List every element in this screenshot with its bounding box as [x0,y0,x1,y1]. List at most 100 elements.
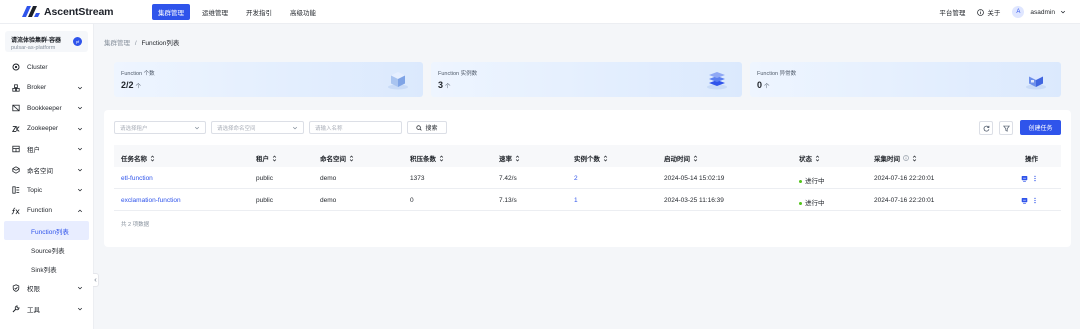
sidebar-item-topic[interactable]: Topic [0,180,93,201]
column-header-rate[interactable]: 速率 [499,153,520,163]
bookkeeper-icon [11,104,20,113]
column-header-start-time[interactable]: 启动时间 [664,153,698,163]
stack-illustration-icon [707,72,727,90]
filter-button[interactable] [999,121,1013,135]
info-icon [977,8,985,16]
zookeeper-icon [11,124,20,133]
cluster-name: 请流体验集群-容器 [11,38,61,44]
sidebar-sub-function-list[interactable]: Function列表 [4,221,89,240]
sidebar-item-broker[interactable]: Broker [0,78,93,99]
namespace-cell: demo [320,175,337,182]
instances-link[interactable]: 2 [574,175,578,182]
sidebar-sub-source-list[interactable]: Source列表 [0,240,93,259]
sidebar: 请流体验集群-容器 pulsar-as-platform pf Cluster … [0,24,94,329]
box-illustration-icon [1026,73,1046,90]
top-right: 平台管理 关于 A asadmin [927,0,1066,24]
refresh-button[interactable] [979,121,993,135]
chevron-down-icon [292,126,298,130]
sidebar-item-tenant[interactable]: 租户 [0,139,93,160]
task-name-link[interactable]: etl-function [121,175,153,182]
stat-value: 0个 [757,80,770,90]
column-header-backlog[interactable]: 积压条数 [410,153,444,163]
brand-logo[interactable]: AscentStream [22,6,130,18]
name-search-input[interactable]: 请输入名称 [309,121,402,134]
chevron-down-icon [77,188,83,192]
create-task-button[interactable]: 创建任务 [1020,120,1061,135]
platform-management-link[interactable]: 平台管理 [939,7,965,17]
logo-icon [22,6,40,17]
status-cell: 进行中 [799,197,825,207]
stat-number: 0 [757,80,763,90]
namespace-cell: demo [320,197,337,204]
rate-cell: 7.13/s [499,197,517,204]
refresh-icon [983,125,989,131]
sidebar-item-label: Bookkeeper [27,104,62,112]
table-row: exclamation-function public demo 0 7.13/… [114,189,1061,211]
instances-link[interactable]: 1 [574,197,578,204]
about-link[interactable]: 关于 [977,7,1000,17]
sidebar-item-label: Broker [27,84,47,92]
stat-unit: 个 [135,84,142,90]
function-icon [11,206,20,215]
namespace-select[interactable]: 请选择命名空间 [211,121,304,134]
table-header: 任务名称 租户 命名空间 积压条数 速率 实例个数 启动时间 状态 采集时间 操… [114,145,1061,167]
sidebar-item-namespace[interactable]: 命名空间 [0,160,93,181]
function-list-card: 请选择租户 请选择命名空间 请输入名称 搜索 创建任务 任务名称 租户 命名空间… [104,110,1071,247]
sidebar-item-cluster[interactable]: Cluster [0,57,93,78]
user-menu[interactable]: A asadmin [1012,6,1066,18]
sort-icon [272,155,277,161]
sidebar-collapse-handle[interactable] [93,273,99,287]
tenant-cell: public [256,175,273,182]
search-button[interactable]: 搜索 [407,121,447,134]
status-dot [799,179,802,183]
sidebar-item-label: 工具 [27,306,40,314]
chevron-left-icon [94,278,97,282]
task-name-link[interactable]: exclamation-function [121,197,181,204]
tenant-select[interactable]: 请选择租户 [114,121,206,134]
sidebar-item-bookkeeper[interactable]: Bookkeeper [0,98,93,119]
more-icon[interactable] [1033,175,1037,182]
chevron-up-icon [77,209,83,212]
column-header-namespace[interactable]: 命名空间 [320,153,354,163]
table-row: etl-function public demo 1373 7.42/s 2 2… [114,167,1061,189]
backlog-cell: 0 [410,197,414,204]
column-header-actions: 操作 [1025,156,1038,163]
stat-number: 2/2 [121,80,134,90]
sidebar-item-function[interactable]: Function [0,201,93,222]
chevron-down-icon [77,86,83,89]
cluster-switcher[interactable]: 请流体验集群-容器 pulsar-as-platform pf [5,31,88,52]
breadcrumb-current: Function列表 [141,40,180,47]
column-header-task-name[interactable]: 任务名称 [121,153,155,163]
column-header-collect-time[interactable]: 采集时间 [874,153,917,163]
column-header-tenant[interactable]: 租户 [256,153,277,163]
sidebar-item-permission[interactable]: 权限 [0,278,93,299]
sidebar-item-label: Zookeeper [27,125,59,133]
topnav-ops-management[interactable]: 运维管理 [196,4,234,20]
backlog-cell: 1373 [410,175,425,182]
monitor-icon[interactable] [1021,175,1028,182]
start-time-cell: 2024-05-14 15:02:19 [664,175,725,182]
namespace-icon [11,165,20,174]
sort-icon [439,155,444,161]
topnav-cluster-management[interactable]: 集群管理 [152,3,190,20]
table-total: 共 2 项数据 [121,222,150,228]
avatar: A [1012,6,1025,18]
more-icon[interactable] [1033,197,1037,204]
topnav-advanced[interactable]: 高级功能 [284,4,322,20]
column-header-instances[interactable]: 实例个数 [574,153,608,163]
column-header-status[interactable]: 状态 [799,153,820,163]
chevron-down-icon [77,106,83,110]
sidebar-sub-sink-list[interactable]: Sink列表 [0,259,93,278]
sidebar-item-tool[interactable]: 工具 [0,299,93,320]
status-dot [799,201,802,205]
tool-icon [11,304,20,313]
sidebar-item-zookeeper[interactable]: Zookeeper [0,119,93,140]
stat-unit: 个 [445,84,451,90]
chevron-down-icon [77,127,83,130]
breadcrumb-parent[interactable]: 集群管理 [104,40,130,47]
monitor-icon[interactable] [1021,197,1028,204]
chevron-down-icon [77,286,83,290]
topnav-dev-guide[interactable]: 开发指引 [240,4,278,20]
brand-name: AscentStream [44,5,114,18]
top-nav: 集群管理 运维管理 开发指引 高级功能 [152,3,328,20]
